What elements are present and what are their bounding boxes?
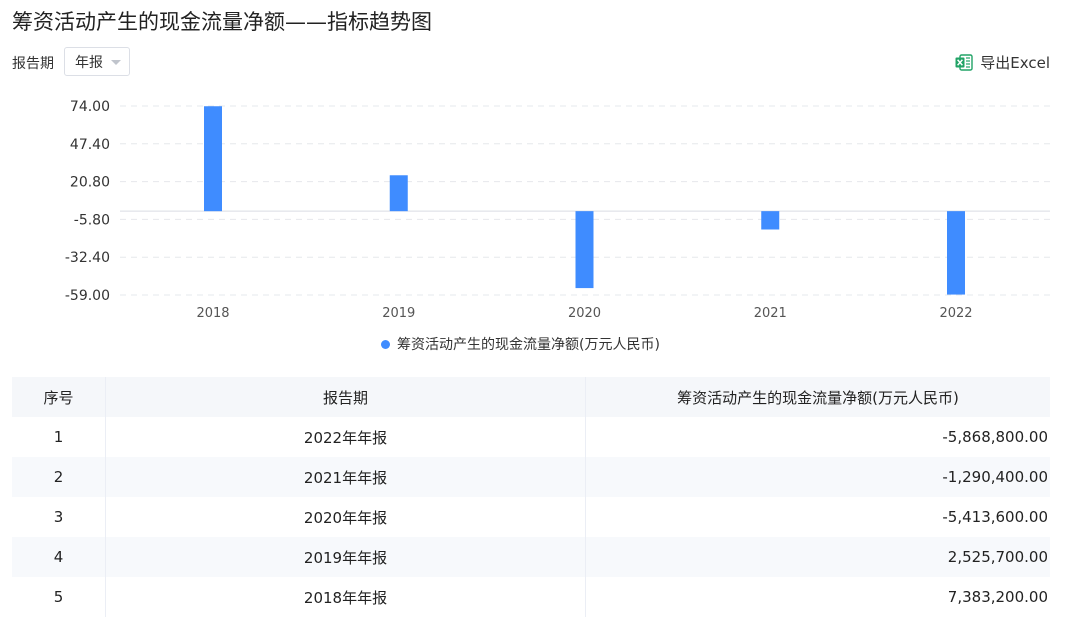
y-tick-label: 74.00 [70, 99, 110, 115]
x-tick-label: 2022 [939, 306, 972, 321]
table-cell-period: 2020年年报 [105, 497, 586, 537]
y-axis-ticks: 74.00 47.40 20.80 -5.80 -32.40 -59.00 [65, 99, 110, 304]
table-cell-index: 1 [12, 417, 106, 457]
bar-2018[interactable] [204, 106, 222, 212]
table-cell-index: 2 [12, 457, 106, 497]
chart-bars [204, 106, 965, 295]
table-row: 3 2020年年报 -5,413,600.00 [12, 497, 1050, 537]
table-row: 2 2021年年报 -1,290,400.00 [12, 457, 1050, 497]
export-label: 导出Excel [980, 54, 1050, 72]
table-cell-index: 3 [12, 497, 106, 537]
table-cell-value: -5,413,600.00 [942, 508, 1048, 526]
table-header-value: 筹资活动产生的现金流量净额(万元人民币) [585, 377, 1050, 417]
legend-label: 筹资活动产生的现金流量净额(万元人民币) [397, 337, 660, 353]
x-tick-label: 2018 [196, 306, 229, 321]
period-select-value: 年报 [75, 54, 103, 71]
y-tick-label: 20.80 [70, 175, 110, 191]
table-cell-value: 7,383,200.00 [947, 588, 1048, 606]
export-excel-button[interactable]: 导出Excel [955, 52, 1050, 73]
table-cell-index: 5 [12, 577, 106, 617]
table-header-period: 报告期 [105, 377, 586, 417]
bar-chart: 74.0047.4020.80-5.80-32.40-59.00 2018 201… [65, 99, 1050, 321]
table-row: 4 2019年年报 2,525,700.00 [12, 537, 1050, 577]
table-header-row: 序号 报告期 筹资活动产生的现金流量净额(万元人民币) [12, 377, 1050, 417]
excel-icon [955, 54, 973, 71]
bar-2019[interactable] [389, 175, 408, 212]
table-header-index: 序号 [12, 377, 106, 417]
period-label: 报告期 [12, 56, 54, 72]
page-title: 筹资活动产生的现金流量净额——指标趋势图 [12, 10, 432, 34]
caret-down-icon [111, 60, 121, 65]
y-tick-label: -59.00 [65, 288, 110, 304]
table-cell-value: -5,868,800.00 [942, 428, 1048, 446]
table-row: 1 2022年年报 -5,868,800.00 [12, 417, 1050, 457]
y-tick-label: -5.80 [74, 212, 110, 228]
x-tick-label: 2019 [382, 306, 415, 321]
table-cell-index: 4 [12, 537, 106, 577]
bar-2022[interactable] [947, 211, 965, 295]
table-cell-period: 2021年年报 [105, 457, 586, 497]
table-cell-value: 2,525,700.00 [585, 537, 1050, 577]
chart-legend[interactable]: 筹资活动产生的现金流量净额(万元人民币) [381, 334, 660, 354]
legend-marker [381, 339, 390, 349]
y-tick-label: -32.40 [65, 250, 110, 266]
table-row: 5 2018年年报 7,383,200.00 [12, 577, 1050, 617]
table-cell-period: 2022年年报 [105, 417, 586, 457]
x-tick-label: 2021 [754, 306, 787, 321]
data-table: 序号 报告期 筹资活动产生的现金流量净额(万元人民币) 1 2022年年报 -5… [12, 377, 1050, 617]
bar-2021[interactable] [761, 211, 780, 230]
x-tick-label: 2020 [568, 306, 601, 321]
period-select[interactable]: 年报 [64, 47, 130, 76]
table-cell-period: 2019年年报 [105, 537, 586, 577]
table-cell-period: 2018年年报 [105, 577, 586, 617]
y-tick-label: 47.40 [70, 137, 110, 153]
x-axis-ticks: 2018 2019 2020 2021 2022 [196, 306, 972, 321]
table-cell-value: -1,290,400.00 [585, 457, 1050, 497]
bar-2020[interactable] [575, 211, 594, 289]
